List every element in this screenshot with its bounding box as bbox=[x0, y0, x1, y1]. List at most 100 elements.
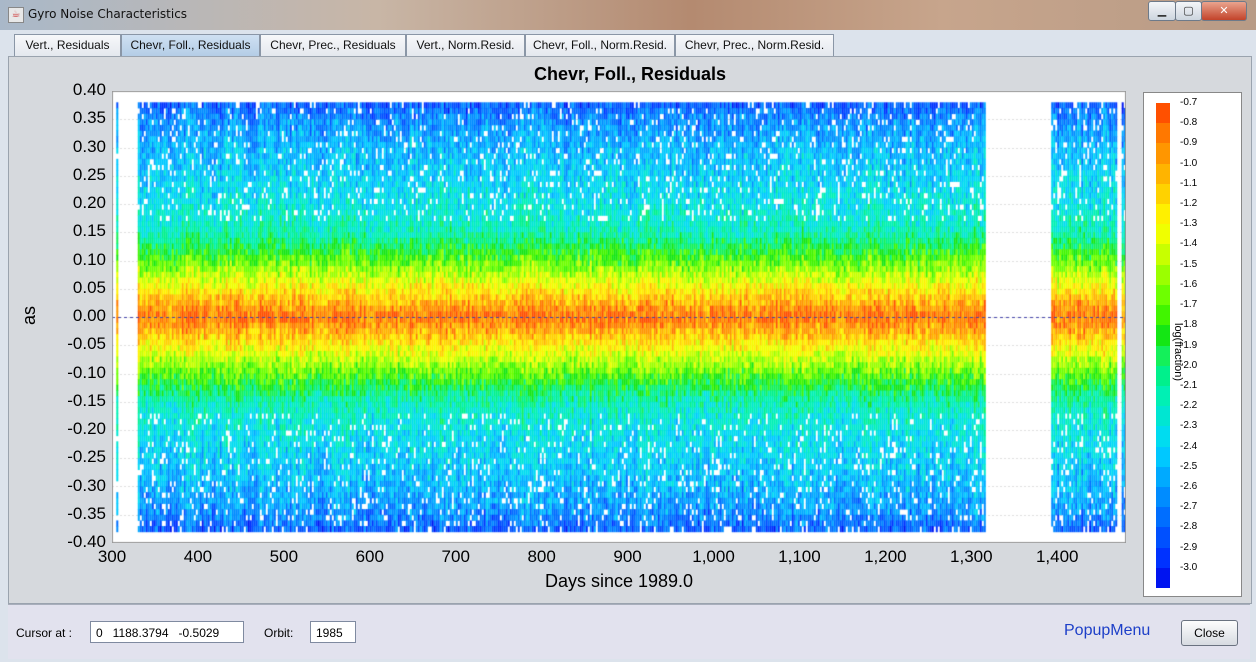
chart-title: Chevr, Foll., Residuals bbox=[533, 64, 727, 84]
x-tick-label: 1,300 bbox=[950, 547, 993, 566]
maximize-icon: ▢ bbox=[1183, 4, 1194, 17]
tab-vert-residuals[interactable]: Vert., Residuals bbox=[14, 34, 121, 56]
y-tick-label: 0.05 bbox=[72, 277, 106, 297]
colorbar-label: -1.6 bbox=[1180, 278, 1198, 290]
window-title: Gyro Noise Characteristics bbox=[28, 7, 188, 21]
colorbar-legend: -0.7 -0.8 -0.9 -1.0 -1.1 -1.2 -1.3 -1.4 -1.5 -1.6… bbox=[1143, 92, 1242, 597]
x-tick-label: 900 bbox=[613, 547, 642, 566]
orbit-field[interactable]: 1985 bbox=[310, 621, 356, 643]
colorbar-swatch bbox=[1156, 406, 1170, 427]
colorbar-swatch bbox=[1156, 264, 1170, 286]
tab-chevr-foll-residuals[interactable]: Chevr, Foll., Residuals bbox=[121, 34, 260, 56]
tab-vert-norm-resid[interactable]: Vert., Norm.Resid. bbox=[406, 34, 525, 56]
title-bar: ☕ Gyro Noise Characteristics ▁ ▢ ✕ bbox=[0, 0, 1256, 30]
colorbar-swatch bbox=[1156, 446, 1170, 468]
colorbar-label: -2.9 bbox=[1180, 541, 1198, 553]
colorbar-label: -1.0 bbox=[1180, 157, 1198, 169]
colorbar-swatch bbox=[1156, 345, 1170, 367]
colorbar-swatch bbox=[1156, 325, 1170, 346]
y-tick-label: -0.10 bbox=[67, 362, 106, 382]
colorbar-swatch bbox=[1156, 143, 1170, 165]
x-tick-label: 700 bbox=[441, 547, 470, 566]
colorbar-swatch bbox=[1156, 466, 1170, 488]
y-tick-label: 0.35 bbox=[72, 108, 106, 128]
colorbar-swatch bbox=[1156, 123, 1170, 144]
colorbar-swatch bbox=[1156, 507, 1170, 528]
java-icon: ☕ bbox=[8, 7, 24, 23]
y-tick-label: -0.30 bbox=[67, 475, 106, 495]
colorbar-label: -1.1 bbox=[1180, 177, 1198, 189]
colorbar-swatch bbox=[1156, 486, 1170, 508]
minimize-button[interactable]: ▁ bbox=[1148, 1, 1176, 21]
x-tick-label: 500 bbox=[269, 547, 299, 566]
colorbar-swatch bbox=[1156, 547, 1170, 569]
colorbar-label: -1.5 bbox=[1180, 258, 1198, 270]
colorbar-swatch bbox=[1156, 204, 1170, 225]
y-tick-label: -0.35 bbox=[67, 503, 106, 523]
x-tick-label: 1,000 bbox=[692, 547, 735, 566]
y-tick-label: 0.20 bbox=[72, 193, 106, 212]
colorbar-swatch bbox=[1156, 385, 1170, 407]
close-window-button[interactable]: ✕ bbox=[1201, 1, 1247, 21]
colorbar-label: -1.3 bbox=[1180, 218, 1198, 230]
heatmap-plot-area[interactable] bbox=[112, 91, 1126, 543]
cursor-position-field[interactable]: 0 1188.3794 -0.5029 bbox=[90, 621, 244, 643]
y-tick-label: -0.05 bbox=[67, 334, 106, 354]
colorbar-label: -2.8 bbox=[1180, 521, 1198, 533]
colorbar-label: -1.2 bbox=[1180, 198, 1198, 210]
y-tick-label: 0.40 bbox=[72, 80, 106, 99]
application-window: ☕ Gyro Noise Characteristics ▁ ▢ ✕ Vert.… bbox=[0, 0, 1256, 662]
colorbar-swatch bbox=[1156, 183, 1170, 205]
minimize-icon: ▁ bbox=[1157, 4, 1167, 17]
close-icon: ✕ bbox=[1219, 4, 1229, 17]
colorbar-label: -2.2 bbox=[1180, 400, 1198, 412]
x-tick-label: 800 bbox=[527, 547, 556, 566]
popup-menu-link[interactable]: PopupMenu bbox=[1064, 622, 1150, 640]
colorbar-swatch bbox=[1156, 224, 1170, 245]
colorbar-label: -2.1 bbox=[1180, 379, 1198, 391]
colorbar-label: -2.7 bbox=[1180, 501, 1198, 513]
colorbar-swatch bbox=[1156, 103, 1170, 124]
colorbar-swatch bbox=[1156, 305, 1170, 326]
colorbar-label: -0.7 bbox=[1180, 97, 1198, 108]
y-tick-label: 0.30 bbox=[72, 136, 106, 156]
colorbar-label: -1.7 bbox=[1180, 299, 1198, 311]
orbit-label: Orbit: bbox=[264, 626, 294, 640]
colorbar-swatch bbox=[1156, 567, 1170, 589]
colorbar-swatch bbox=[1156, 365, 1170, 387]
colorbar-label: -3.0 bbox=[1180, 561, 1198, 573]
colorbar-label: -0.8 bbox=[1180, 117, 1198, 129]
y-tick-label: -0.20 bbox=[67, 419, 106, 438]
x-axis-label: Days since 1989.0 bbox=[544, 571, 694, 591]
cursor-label: Cursor at : bbox=[16, 626, 73, 640]
colorbar-label: -2.6 bbox=[1180, 480, 1198, 492]
colorbar-title: log(fraction) bbox=[1172, 323, 1184, 382]
tab-chevr-prec-norm-resid[interactable]: Chevr, Prec., Norm.Resid. bbox=[675, 34, 834, 56]
y-tick-label: -0.15 bbox=[67, 390, 106, 410]
colorbar-swatch bbox=[1156, 244, 1170, 266]
colorbar-swatch bbox=[1156, 527, 1170, 549]
y-axis-label: as bbox=[19, 305, 40, 326]
x-tick-label: 1,100 bbox=[778, 547, 821, 566]
x-tick-label: 300 bbox=[97, 547, 127, 566]
tab-chevr-foll-norm-resid[interactable]: Chevr, Foll., Norm.Resid. bbox=[525, 34, 675, 56]
status-bar: Cursor at : 0 1188.3794 -0.5029 Orbit: 1… bbox=[8, 604, 1250, 659]
colorbar-label: -1.4 bbox=[1180, 238, 1198, 250]
colorbar-label: -2.4 bbox=[1180, 440, 1198, 452]
tab-chevr-prec-residuals[interactable]: Chevr, Prec., Residuals bbox=[260, 34, 406, 56]
colorbar-label: -0.9 bbox=[1180, 137, 1198, 149]
close-button[interactable]: Close bbox=[1181, 620, 1238, 646]
y-tick-label: -0.25 bbox=[67, 447, 106, 467]
colorbar-swatch bbox=[1156, 426, 1170, 448]
x-tick-label: 1,200 bbox=[864, 547, 907, 566]
colorbar-label: -2.3 bbox=[1180, 420, 1198, 432]
y-tick-label: 0.15 bbox=[72, 221, 106, 241]
y-tick-label: 0.25 bbox=[72, 164, 106, 184]
colorbar-swatch bbox=[1156, 284, 1170, 306]
x-tick-label: 400 bbox=[183, 547, 213, 566]
x-tick-label: 600 bbox=[355, 547, 384, 566]
maximize-button[interactable]: ▢ bbox=[1175, 1, 1202, 21]
colorbar-swatch bbox=[1156, 163, 1170, 185]
y-tick-label: 0.10 bbox=[72, 249, 106, 269]
colorbar-label: -2.5 bbox=[1180, 460, 1198, 472]
